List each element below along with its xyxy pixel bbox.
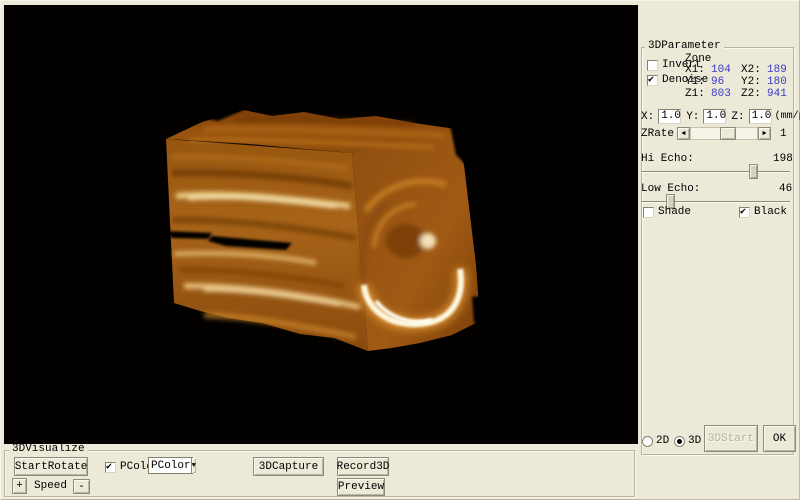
- mode-2d-label: 2D: [656, 435, 669, 447]
- zrate-right-arrow-icon[interactable]: ►: [758, 127, 771, 140]
- speed-label: Speed: [34, 480, 67, 492]
- preview-button[interactable]: Preview: [337, 478, 385, 496]
- zone-z1-value: 803: [711, 88, 741, 100]
- volume-render: [4, 5, 638, 444]
- start-rotate-button[interactable]: StartRotate: [14, 457, 88, 476]
- render-canvas[interactable]: [4, 5, 638, 444]
- scale-unit-label: (mm/p): [775, 111, 800, 122]
- visualize-group-title: 3DVisualize: [9, 444, 88, 455]
- mode-3d-radio[interactable]: [674, 436, 685, 447]
- zone-x1-value: 104: [711, 64, 741, 76]
- low-echo-value: 46: [779, 183, 792, 195]
- zrate-value: 1: [780, 128, 787, 140]
- black-row: Black: [739, 206, 787, 218]
- zone-x2-label: X2:: [741, 64, 767, 76]
- mode-2d-option: 2D: [642, 435, 669, 447]
- shade-row: Shade: [643, 206, 691, 218]
- zone-row-y: Y1: 96 Y2: 180: [685, 76, 791, 88]
- shade-checkbox[interactable]: [643, 207, 654, 218]
- zone-z1-label: Z1:: [685, 88, 711, 100]
- zone-z2-label: Z2:: [741, 88, 767, 100]
- zone-y2-label: Y2:: [741, 76, 767, 88]
- 3dstart-button[interactable]: 3DStart: [704, 425, 758, 452]
- record3d-button[interactable]: Record3D: [337, 457, 389, 476]
- hi-echo-value: 198: [773, 153, 793, 165]
- scale-x-input[interactable]: 1.0: [658, 109, 681, 124]
- pcolor-dropdown-value: PColor: [149, 460, 191, 472]
- ok-button[interactable]: OK: [763, 425, 796, 452]
- scale-y-label: Y:: [686, 111, 699, 123]
- hi-echo-label: Hi Echo:: [641, 153, 694, 165]
- pcolor-dropdown[interactable]: PColor ▼: [148, 457, 193, 474]
- speed-minus-button[interactable]: -: [73, 479, 90, 494]
- speed-plus-button[interactable]: +: [12, 478, 27, 494]
- zone-y1-value: 96: [711, 76, 741, 88]
- scale-x-label: X:: [641, 111, 654, 123]
- hi-echo-slider-track[interactable]: [641, 171, 790, 173]
- black-checkbox[interactable]: [739, 207, 750, 218]
- low-echo-slider-track[interactable]: [641, 201, 790, 203]
- zone-row-z: Z1: 803 Z2: 941: [685, 88, 791, 100]
- scale-z-label: Z:: [731, 111, 744, 123]
- zrate-left-arrow-icon[interactable]: ◄: [677, 127, 690, 140]
- black-label: Black: [754, 206, 787, 218]
- zone-x2-value: 189: [767, 64, 787, 76]
- chevron-down-icon[interactable]: ▼: [191, 458, 196, 473]
- scale-y-input[interactable]: 1.0: [703, 109, 726, 124]
- scale-z-input[interactable]: 1.0: [749, 109, 772, 124]
- zone-y2-value: 180: [767, 76, 787, 88]
- scale-row: X: 1.0 Y: 1.0 Z: 1.0 (mm/p): [641, 109, 800, 124]
- parameter-group-title: 3DParameter: [645, 41, 724, 52]
- mode-3d-option: 3D: [674, 435, 701, 447]
- denoise-checkbox[interactable]: [647, 75, 658, 86]
- zrate-thumb[interactable]: [720, 127, 736, 140]
- zone-z2-value: 941: [767, 88, 787, 100]
- mode-3d-label: 3D: [688, 435, 701, 447]
- invert-checkbox[interactable]: [647, 60, 658, 71]
- zone-x1-label: X1:: [685, 64, 711, 76]
- app-window: 3DParameter Invert Denoise Zone X1: 104 …: [0, 0, 800, 500]
- zone-table: X1: 104 X2: 189 Y1: 96 Y2: 180 Z1: 803 Z…: [685, 64, 791, 100]
- zrate-label: ZRate: [641, 128, 674, 140]
- pcolor-checkbox[interactable]: [105, 462, 116, 473]
- zone-row-x: X1: 104 X2: 189: [685, 64, 791, 76]
- mode-2d-radio[interactable]: [642, 436, 653, 447]
- hi-echo-slider-thumb[interactable]: [749, 164, 758, 179]
- shade-label: Shade: [658, 206, 691, 218]
- 3dcapture-button[interactable]: 3DCapture: [253, 457, 324, 476]
- zone-y1-label: Y1:: [685, 76, 711, 88]
